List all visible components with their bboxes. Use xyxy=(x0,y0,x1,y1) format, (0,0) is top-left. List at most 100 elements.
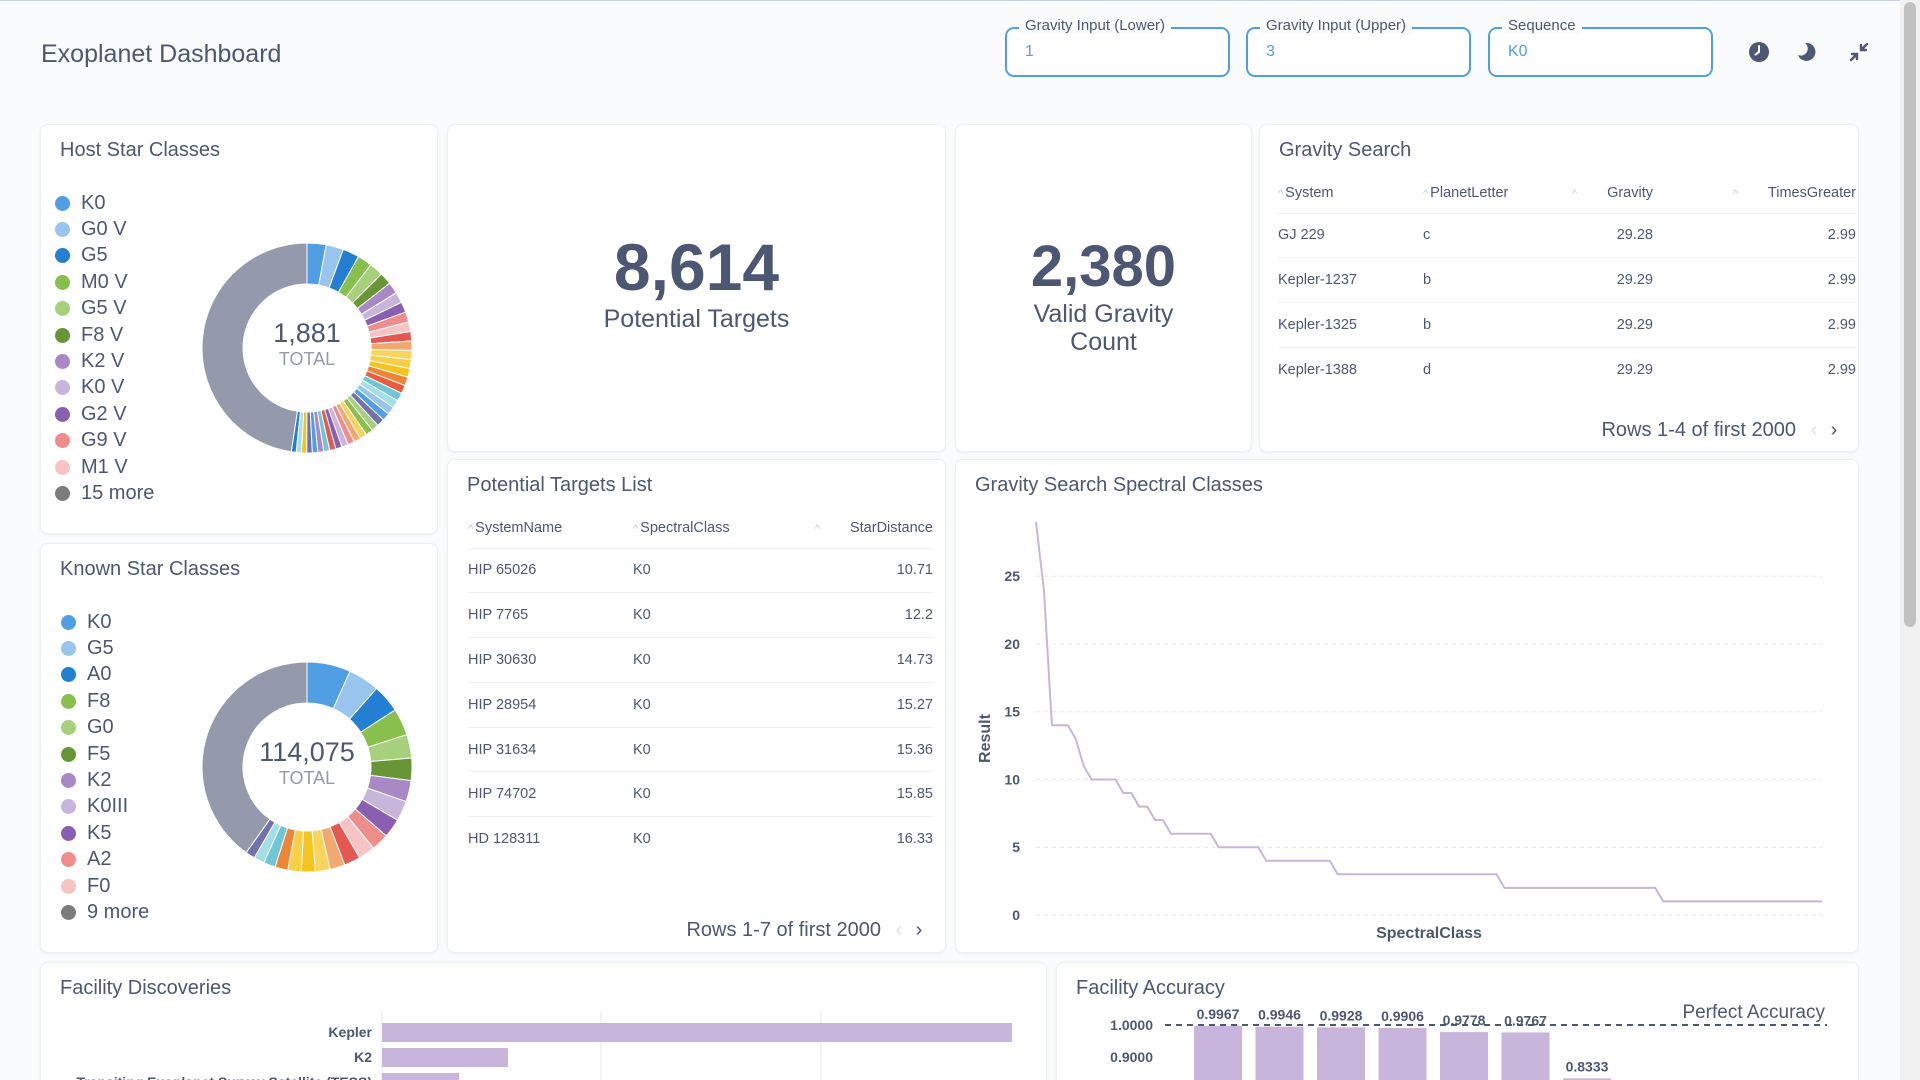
column-header-timesgreater[interactable]: ^ TimesGreater xyxy=(1653,173,1856,213)
legend-item[interactable]: K5 xyxy=(61,820,149,846)
column-header-spectralclass[interactable]: ^ SpectralClass xyxy=(633,508,773,548)
bar[interactable] xyxy=(1255,1026,1304,1080)
legend-item[interactable]: G5 xyxy=(55,243,154,269)
table-row[interactable]: Kepler-1237 b 29.29 2.99 xyxy=(1278,257,1856,303)
legend-item[interactable]: K0 xyxy=(55,190,154,216)
legend-item[interactable]: K0III xyxy=(61,794,149,820)
gravity-search-table: ^ System ^ PlanetLetter ^ Gravity ^ TimesGre… xyxy=(1278,173,1856,393)
legend-item[interactable]: F8 xyxy=(61,688,149,714)
legend-label: G5 xyxy=(81,244,108,267)
table-cell: 2.99 xyxy=(1653,302,1856,348)
table-cell: K0 xyxy=(633,547,773,593)
table-row[interactable]: HIP 28954 K0 15.27 xyxy=(468,681,933,728)
facility-discoveries-bar-chart: Kepler K2 Transiting Exoplanet Survey Sate… xyxy=(76,1011,1012,1080)
sort-icon: ^ xyxy=(1571,187,1578,200)
legend-label: G0 xyxy=(87,716,114,739)
table-row[interactable]: HIP 7765 K0 12.2 xyxy=(468,592,933,638)
next-page-icon[interactable]: › xyxy=(1826,419,1842,442)
column-header-planetletter[interactable]: ^ PlanetLetter xyxy=(1423,173,1543,213)
potential-targets-list-card: Potential Targets List ^ SystemName ^ Spec… xyxy=(447,459,946,953)
table-row[interactable]: HIP 31634 K0 15.36 xyxy=(468,726,933,772)
legend-label: F8 V xyxy=(81,323,124,346)
table-cell: HIP 30630 xyxy=(468,637,633,683)
legend-dot xyxy=(55,485,70,501)
table-row[interactable]: Kepler-1388 d 29.29 2.99 xyxy=(1278,346,1856,393)
host-star-total-label: TOTAL xyxy=(278,349,336,369)
legend-item[interactable]: G5 xyxy=(61,635,149,661)
table-cell: 2.99 xyxy=(1653,212,1856,258)
legend-item[interactable]: G5 V xyxy=(55,296,154,322)
previous-page-icon[interactable]: ‹ xyxy=(891,919,907,942)
gravity-upper-value[interactable]: 3 xyxy=(1266,43,1275,61)
y-tick-label: 20 xyxy=(1004,636,1020,652)
column-header-systemname[interactable]: ^ SystemName xyxy=(468,508,633,548)
data-label: 0.9928 xyxy=(1320,1007,1363,1023)
legend-item[interactable]: 15 more xyxy=(55,480,154,506)
bar[interactable] xyxy=(1501,1032,1550,1080)
bar[interactable] xyxy=(382,1023,1012,1042)
gravity-lower-value[interactable]: 1 xyxy=(1025,43,1034,61)
minimize-icon[interactable] xyxy=(1847,40,1871,64)
previous-page-icon[interactable]: ‹ xyxy=(1806,419,1822,442)
clock-icon[interactable] xyxy=(1747,40,1771,64)
table-row[interactable]: HIP 74702 K0 15.85 xyxy=(468,771,933,817)
table-row[interactable]: Kepler-1325 b 29.29 2.99 xyxy=(1278,302,1856,348)
legend-item[interactable]: M0 V xyxy=(55,269,154,295)
sequence-filter[interactable]: Sequence K0 xyxy=(1488,17,1713,77)
legend-item[interactable]: 9 more xyxy=(61,899,149,925)
legend-label: M1 V xyxy=(81,455,128,478)
legend-item[interactable]: K2 V xyxy=(55,348,154,374)
bar[interactable] xyxy=(382,1048,508,1067)
legend-dot xyxy=(61,693,76,709)
legend-item[interactable]: G0 V xyxy=(55,216,154,242)
legend-dot xyxy=(61,746,76,762)
bar[interactable] xyxy=(1194,1026,1242,1080)
legend-label: 9 more xyxy=(87,900,150,923)
table-row[interactable]: HIP 65026 K0 10.71 xyxy=(468,547,933,593)
spectral-classes-card: Gravity Search Spectral Classes 0 5 10 15 20… xyxy=(955,459,1859,953)
known-star-total-label: TOTAL xyxy=(278,768,336,788)
legend-item[interactable]: K2 xyxy=(61,767,149,793)
legend-item[interactable]: A2 xyxy=(61,847,149,873)
legend-item[interactable]: F0 xyxy=(61,873,149,899)
table-row[interactable]: HD 128311 K0 16.33 xyxy=(468,816,933,862)
legend-item[interactable]: M1 V xyxy=(55,454,154,480)
legend-item[interactable]: G0 xyxy=(61,715,149,741)
legend-item[interactable]: G2 V xyxy=(55,401,154,427)
next-page-icon[interactable]: › xyxy=(911,919,927,942)
table-row[interactable]: HIP 30630 K0 14.73 xyxy=(468,637,933,683)
bar[interactable] xyxy=(1317,1027,1365,1080)
column-header-stardistance[interactable]: ^ StarDistance xyxy=(773,508,933,548)
legend-item[interactable]: F5 xyxy=(61,741,149,767)
legend-dot xyxy=(55,222,70,238)
bar[interactable] xyxy=(382,1073,459,1080)
sequence-value[interactable]: K0 xyxy=(1508,43,1528,61)
legend-item[interactable]: A0 xyxy=(61,662,149,688)
legend-item[interactable]: K0 xyxy=(61,609,149,635)
facility-discoveries-card: Facility Discoveries KeplerK2Transiting … xyxy=(40,962,1047,1080)
known-star-total-value: 114,075 xyxy=(259,737,355,767)
table-row[interactable]: GJ 229 c 29.28 2.99 xyxy=(1278,212,1856,258)
gravity-lower-filter[interactable]: Gravity Input (Lower) 1 xyxy=(1005,17,1230,77)
gravity-upper-filter[interactable]: Gravity Input (Upper) 3 xyxy=(1246,17,1471,77)
legend-dot xyxy=(61,667,76,683)
column-header-system[interactable]: ^ System xyxy=(1278,173,1423,213)
table-cell: 12.2 xyxy=(773,592,933,638)
table-cell: 10.71 xyxy=(773,547,933,593)
column-header-gravity[interactable]: ^ Gravity xyxy=(1543,173,1653,213)
potential-targets-card: 8,614 Potential Targets xyxy=(447,124,946,452)
valid-gravity-value: 2,380 xyxy=(1030,234,1177,299)
category-label: Kepler xyxy=(328,1024,372,1040)
legend-item[interactable]: G9 V xyxy=(55,428,154,454)
moon-icon[interactable] xyxy=(1795,40,1819,64)
scrollbar[interactable] xyxy=(1900,0,1920,1080)
legend-item[interactable]: F8 V xyxy=(55,322,154,348)
bar[interactable] xyxy=(1378,1028,1427,1080)
legend-dot xyxy=(55,459,70,475)
legend-item[interactable]: K0 V xyxy=(55,375,154,401)
table-cell: 15.85 xyxy=(773,771,933,817)
legend-label: K0 V xyxy=(81,376,125,399)
table-cell: 16.33 xyxy=(773,816,933,862)
scrollbar-thumb[interactable] xyxy=(1904,2,1916,627)
bar[interactable] xyxy=(1440,1032,1488,1080)
